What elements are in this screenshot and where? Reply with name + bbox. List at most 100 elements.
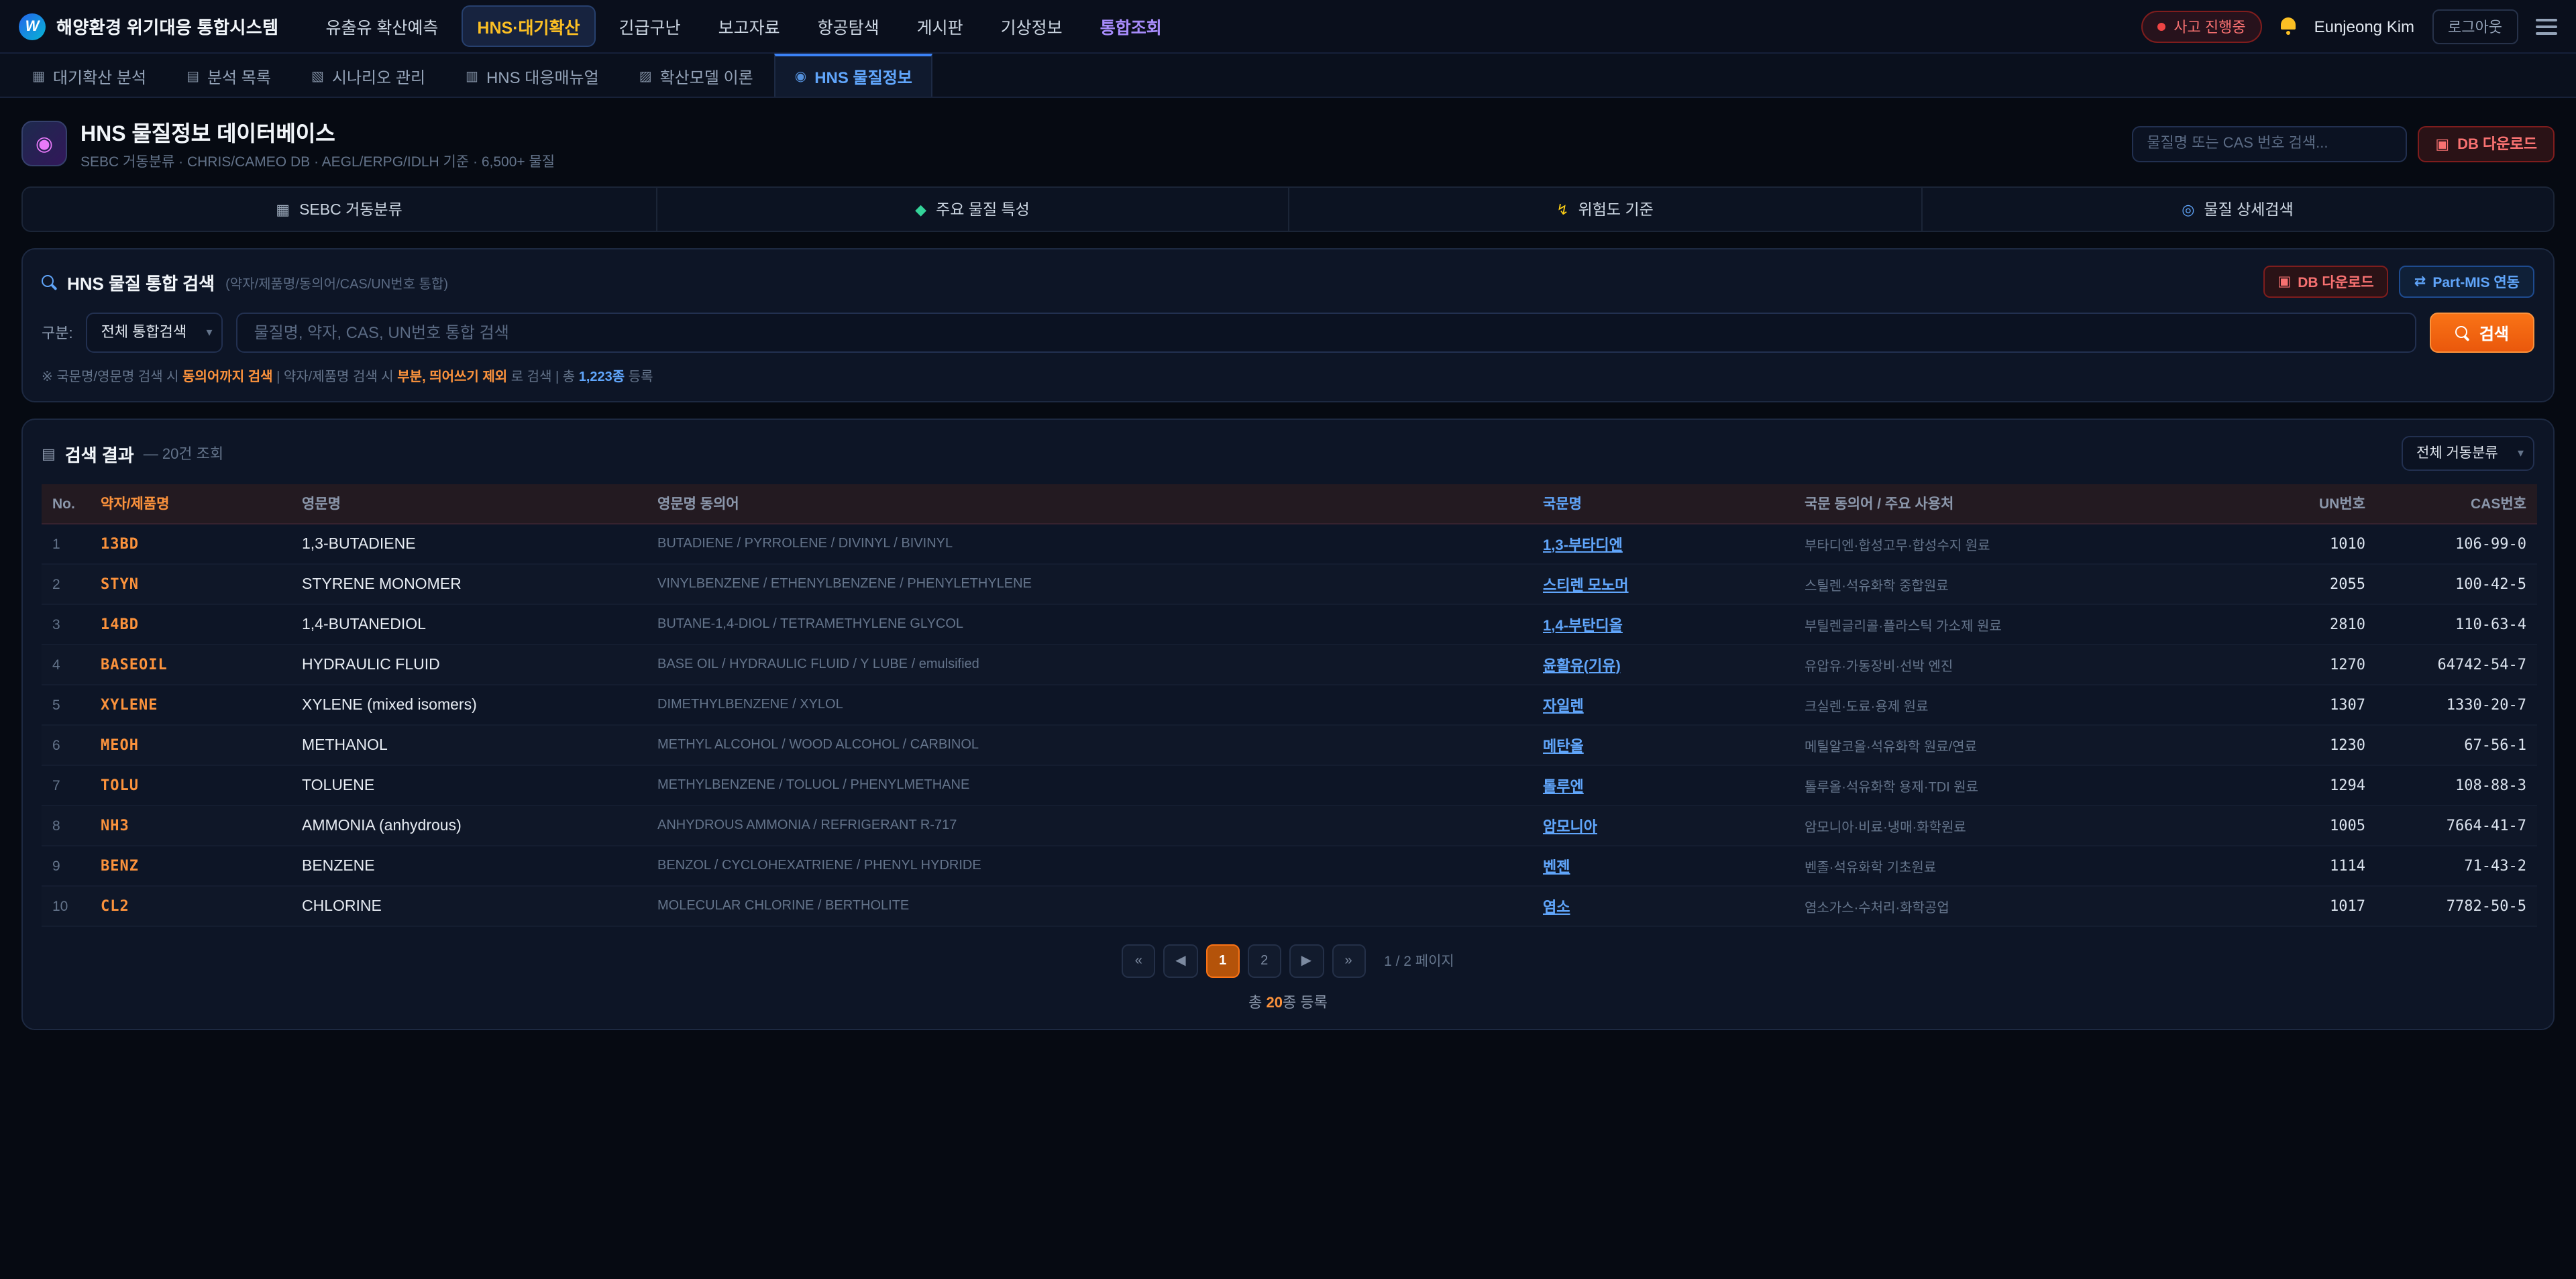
unified-search-input[interactable] bbox=[237, 313, 2416, 353]
notification-bell-icon[interactable] bbox=[2279, 17, 2297, 35]
cell-kr-name: 스티렌 모노머 bbox=[1532, 564, 1794, 604]
feature-bar: ▦ SEBC 거동분류 ◆주요 물질 특성 ↯ 위험도 기준 ◎물질 상세검색 bbox=[21, 186, 2555, 232]
substance-link[interactable]: 벤젠 bbox=[1543, 859, 1570, 875]
page-title: HNS 물질정보 데이터베이스 bbox=[80, 115, 555, 148]
first-page-button[interactable]: « bbox=[1122, 944, 1155, 978]
partmis-link-button[interactable]: ⇄ Part-MIS 연동 bbox=[2400, 266, 2534, 298]
cell-en-synonyms: VINYLBENZENE / ETHENYLBENZENE / PHENYLET… bbox=[647, 564, 1532, 604]
db-download-small-button[interactable]: ▣ DB 다운로드 bbox=[2263, 266, 2388, 298]
detail-search-icon: ◎ bbox=[2182, 201, 2194, 218]
last-page-button[interactable]: » bbox=[1332, 944, 1365, 978]
substance-link[interactable]: 1,4-부탄디올 bbox=[1543, 618, 1623, 634]
cell-un-number: 1010 bbox=[2255, 524, 2376, 564]
feature-item[interactable]: ◎물질 상세검색 bbox=[1921, 188, 2553, 231]
tab-item[interactable]: ◉HNS 물질정보 bbox=[775, 54, 932, 97]
substance-link[interactable]: 1,3-부타디엔 bbox=[1543, 537, 1623, 553]
total-prefix: 총 bbox=[1248, 995, 1266, 1011]
cell-kr-name: 암모니아 bbox=[1532, 805, 1794, 846]
search-panel-note: (약자/제품명/동의어/CAS/UN번호 통합) bbox=[225, 272, 448, 292]
nav-item[interactable]: 기상정보 bbox=[986, 7, 1077, 46]
results-title: 검색 결과 bbox=[65, 441, 134, 466]
page-subtitle: SEBC 거동분류 · CHRIS/CAMEO DB · AEGL/ERPG/I… bbox=[80, 152, 555, 172]
database-download-icon: ▣ bbox=[2277, 274, 2291, 290]
search-type-select[interactable]: 전체 통합검색 bbox=[87, 313, 223, 353]
analysis-list-icon: ▤ bbox=[186, 69, 199, 84]
db-download-button[interactable]: ▣ DB 다운로드 bbox=[2418, 125, 2555, 162]
search-controls: 구분: 전체 통합검색 ▾ 검색 bbox=[42, 313, 2534, 353]
cell-no: 9 bbox=[42, 846, 90, 886]
cell-kr-synonyms: 유압유·가동장비·선박 엔진 bbox=[1794, 645, 2255, 685]
nav-item[interactable]: 긴급구난 bbox=[604, 7, 696, 46]
cell-en-name: AMMONIA (anhydrous) bbox=[291, 805, 647, 846]
help-segment: | 약자/제품명 검색 시 bbox=[273, 370, 398, 385]
logout-button[interactable]: 로그아웃 bbox=[2432, 9, 2518, 44]
nav-item[interactable]: 게시판 bbox=[902, 7, 978, 46]
app-brand[interactable]: W 해양환경 위기대응 통합시스템 bbox=[19, 13, 278, 40]
tab-item[interactable]: ▧시나리오 관리 bbox=[292, 54, 444, 97]
cell-un-number: 1005 bbox=[2255, 805, 2376, 846]
page-info: 1 / 2 페이지 bbox=[1384, 951, 1454, 971]
cell-abbr: CL2 bbox=[90, 886, 291, 926]
help-segment: 등록 bbox=[625, 370, 653, 385]
substance-link[interactable]: 메탄올 bbox=[1543, 738, 1584, 755]
help-segment: ※ 국문명/영문명 검색 시 bbox=[42, 370, 182, 385]
nav-item[interactable]: HNS·대기확산 bbox=[461, 5, 596, 47]
cell-cas-number: 64742-54-7 bbox=[2376, 645, 2537, 685]
cell-cas-number: 7782-50-5 bbox=[2376, 886, 2537, 926]
quick-search-input[interactable] bbox=[2132, 125, 2407, 162]
cell-abbr: BENZ bbox=[90, 846, 291, 886]
tab-item[interactable]: ▥HNS 대응매뉴얼 bbox=[447, 54, 618, 97]
feature-label: 위험도 기준 bbox=[1578, 199, 1654, 220]
cell-en-name: HYDRAULIC FLUID bbox=[291, 645, 647, 685]
tab-bar: ▦대기확산 분석▤분석 목록▧시나리오 관리▥HNS 대응매뉴얼▨확산모델 이론… bbox=[0, 54, 2576, 98]
hazard-bolt-icon: ↯ bbox=[1556, 201, 1568, 218]
main-nav: 유출유 확산예측HNS·대기확산긴급구난보고자료항공탐색게시판기상정보통합조회 bbox=[311, 5, 1176, 47]
search-button[interactable]: 검색 bbox=[2430, 313, 2534, 353]
column-header: 영문명 bbox=[291, 484, 647, 524]
page-button[interactable]: 2 bbox=[1248, 944, 1281, 978]
search-panel-actions: ▣ DB 다운로드 ⇄ Part-MIS 연동 bbox=[2263, 266, 2534, 298]
cell-en-synonyms: BASE OIL / HYDRAULIC FLUID / Y LUBE / em… bbox=[647, 645, 1532, 685]
cell-no: 1 bbox=[42, 524, 90, 564]
feature-label: SEBC 거동분류 bbox=[299, 199, 402, 220]
feature-item[interactable]: ◆주요 물질 특성 bbox=[655, 188, 1288, 231]
incident-dot-icon bbox=[2157, 22, 2165, 30]
substance-link[interactable]: 스티렌 모노머 bbox=[1543, 577, 1629, 594]
next-page-button[interactable]: ▶ bbox=[1289, 944, 1324, 978]
substance-link[interactable]: 자일렌 bbox=[1543, 698, 1584, 714]
sebc-grid-icon: ▦ bbox=[276, 201, 290, 218]
substance-link[interactable]: 암모니아 bbox=[1543, 819, 1597, 835]
nav-item[interactable]: 보고자료 bbox=[704, 7, 795, 46]
nav-item[interactable]: 통합조회 bbox=[1085, 7, 1177, 46]
tab-item[interactable]: ▨확산모델 이론 bbox=[621, 54, 772, 97]
tab-item[interactable]: ▤분석 목록 bbox=[168, 54, 290, 97]
tab-label: HNS 대응매뉴얼 bbox=[486, 65, 599, 88]
cell-cas-number: 108-88-3 bbox=[2376, 765, 2537, 805]
substance-link[interactable]: 염소 bbox=[1543, 899, 1570, 915]
nav-item[interactable]: 유출유 확산예측 bbox=[311, 7, 453, 46]
page-button[interactable]: 1 bbox=[1206, 944, 1240, 978]
feature-item[interactable]: ↯ 위험도 기준 bbox=[1288, 188, 1921, 231]
cell-no: 7 bbox=[42, 765, 90, 805]
database-icon: ◉ bbox=[21, 121, 67, 166]
feature-item[interactable]: ▦ SEBC 거동분류 bbox=[23, 188, 655, 231]
substance-link[interactable]: 톨루엔 bbox=[1543, 779, 1584, 795]
cell-no: 2 bbox=[42, 564, 90, 604]
substance-link[interactable]: 윤활유(기유) bbox=[1543, 658, 1621, 674]
cell-en-synonyms: BUTADIENE / PYRROLENE / DIVINYL / BIVINY… bbox=[647, 524, 1532, 564]
cell-abbr: NH3 bbox=[90, 805, 291, 846]
top-right: 사고 진행중 Eunjeong Kim 로그아웃 bbox=[2141, 9, 2557, 44]
behavior-filter-select[interactable]: 전체 거동분류 bbox=[2402, 436, 2534, 471]
hamburger-menu-icon[interactable] bbox=[2536, 18, 2557, 34]
tab-label: 확산모델 이론 bbox=[660, 65, 753, 88]
nav-item[interactable]: 항공탐색 bbox=[803, 7, 894, 46]
column-header: 국문명 bbox=[1532, 484, 1794, 524]
tab-item[interactable]: ▦대기확산 분석 bbox=[13, 54, 165, 97]
cell-en-name: BENZENE bbox=[291, 846, 647, 886]
prev-page-button[interactable]: ◀ bbox=[1163, 944, 1197, 978]
total-count: 20 bbox=[1267, 995, 1283, 1011]
hns-substance-icon: ◉ bbox=[795, 69, 806, 84]
user-name: Eunjeong Kim bbox=[2314, 17, 2414, 36]
help-segment: 1,223종 bbox=[579, 370, 625, 385]
cell-kr-synonyms: 벤졸·석유화학 기초원료 bbox=[1794, 846, 2255, 886]
